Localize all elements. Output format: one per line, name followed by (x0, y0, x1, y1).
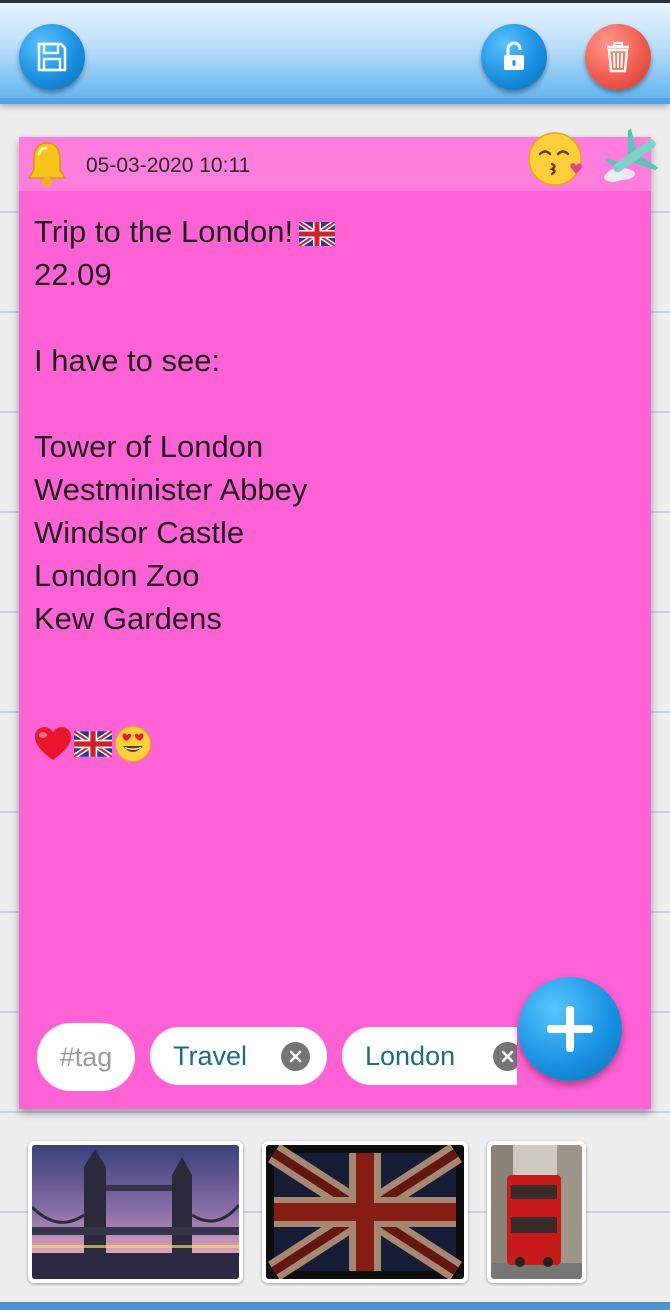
tag-chip-london[interactable]: London (342, 1027, 517, 1085)
kissing-face-icon[interactable] (527, 130, 585, 188)
note-card[interactable]: 05-03-2020 10:11 Trip to the London! 22.… (19, 128, 659, 1109)
heart-eyes-face-icon (115, 726, 151, 762)
union-jack-photo (266, 1145, 464, 1279)
delete-button[interactable] (585, 24, 651, 90)
trash-icon (607, 42, 629, 73)
uk-flag-icon (74, 731, 112, 757)
note-line (34, 296, 634, 339)
airplane-icon (604, 128, 659, 182)
top-toolbar (0, 0, 670, 104)
uk-flag-icon (299, 221, 336, 246)
red-bus-photo (491, 1145, 582, 1279)
attachment-thumbnail[interactable] (262, 1141, 468, 1283)
tag-chip-list: Travel London (150, 1027, 517, 1087)
bell-icon[interactable] (25, 139, 69, 189)
tag-chip-label: Travel (173, 1040, 248, 1071)
attachment-thumbnail[interactable] (487, 1141, 586, 1283)
note-line: 22.09 (34, 257, 112, 292)
save-icon (37, 42, 67, 72)
note-date: 05-03-2020 10:11 (86, 154, 251, 177)
remove-tag-icon[interactable] (493, 1042, 517, 1071)
bottom-edge (0, 1302, 670, 1310)
red-heart-icon (35, 727, 71, 760)
note-line: Trip to the London! (34, 210, 634, 253)
note-line: Kew Gardens (34, 601, 222, 636)
note-header: 05-03-2020 10:11 (19, 128, 659, 191)
note-body[interactable]: Trip to the London! 22.09 I have to see:… (34, 210, 634, 640)
tower-bridge-photo (32, 1145, 239, 1279)
note-line: London Zoo (34, 558, 200, 593)
note-line: Tower of London (34, 429, 264, 464)
attachment-thumbnail[interactable] (28, 1141, 243, 1283)
tag-chip-travel[interactable]: Travel (150, 1027, 327, 1085)
tag-chip-label: London (365, 1040, 456, 1071)
unlock-icon (504, 41, 524, 70)
tag-input[interactable]: #tag (37, 1023, 135, 1091)
add-tag-button[interactable] (518, 977, 622, 1081)
note-line: Westminister Abbey (34, 472, 308, 507)
remove-tag-icon[interactable] (281, 1042, 310, 1071)
plus-icon (547, 1006, 593, 1052)
note-line (34, 382, 634, 425)
emoji-line (34, 725, 152, 763)
lock-toggle-button[interactable] (481, 24, 547, 90)
note-line: I have to see: (34, 343, 221, 378)
note-line: Windsor Castle (34, 515, 245, 550)
save-button[interactable] (19, 24, 85, 90)
